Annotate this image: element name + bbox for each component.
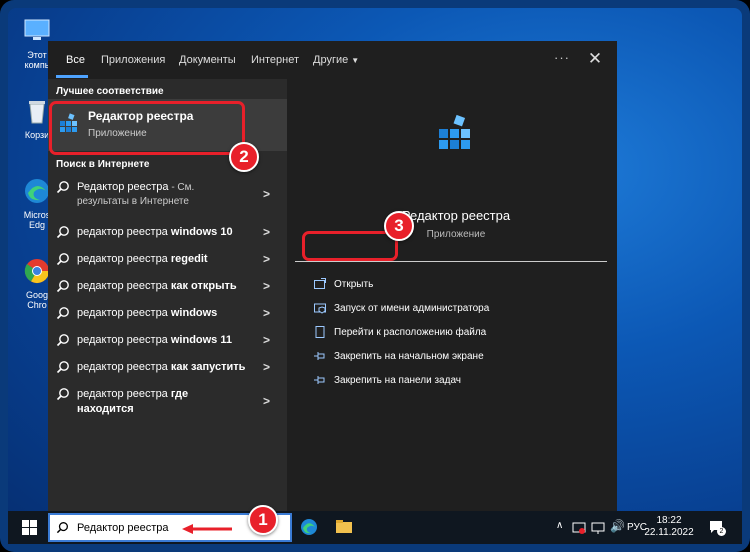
web-result-item[interactable]: редактор реестра windows 10 > xyxy=(48,220,287,246)
result-bold: windows xyxy=(170,307,218,319)
web-result-item[interactable]: редактор реестра windows > xyxy=(48,301,287,327)
result-text: Редактор реестра xyxy=(77,181,169,193)
tab-documents[interactable]: Документы xyxy=(179,54,236,66)
search-tabs: Все Приложения Документы Интернет Другие… xyxy=(48,41,617,79)
web-result-label: Редактор реестра - См. xyxy=(77,181,194,193)
web-result-label: редактор реестра windows xyxy=(77,307,217,319)
search-icon xyxy=(56,181,69,194)
result-bold: как открыть xyxy=(170,280,237,292)
volume-icon[interactable]: 🔊 xyxy=(610,519,625,552)
clock-time: 18:22 xyxy=(656,515,682,526)
highlight-open-action xyxy=(302,231,398,261)
pin-icon xyxy=(314,352,325,360)
web-search-title: Поиск в Интернете xyxy=(56,159,150,170)
result-text: редактор реестра xyxy=(77,388,171,400)
web-result-label: редактор реестра как открыть xyxy=(77,280,237,292)
highlight-best-match xyxy=(49,101,245,155)
best-match-title: Лучшее соответствие xyxy=(56,86,164,97)
web-result-item[interactable]: редактор реестра windows 11 > xyxy=(48,328,287,354)
result-text: редактор реестра xyxy=(77,307,171,319)
step-badge-2: 2 xyxy=(229,142,259,172)
web-result-item[interactable]: редактор реестра regedit > xyxy=(48,247,287,273)
web-result-label: редактор реестра windows 11 xyxy=(77,334,232,346)
search-icon xyxy=(56,226,69,239)
web-result-item[interactable]: редактор реестра как открыть > xyxy=(48,274,287,300)
chevron-right-icon[interactable]: > xyxy=(263,252,270,266)
open-icon xyxy=(314,278,326,289)
search-icon xyxy=(56,280,69,293)
result-bold: где xyxy=(170,388,189,400)
search-icon xyxy=(56,307,69,320)
search-icon xyxy=(56,388,69,401)
chevron-right-icon[interactable]: > xyxy=(263,279,270,293)
security-alert-icon[interactable] xyxy=(572,521,586,535)
preview-pane: Редактор реестра Приложение Открыть Запу… xyxy=(295,79,617,511)
chevron-right-icon[interactable]: > xyxy=(263,333,270,347)
active-tab-indicator xyxy=(56,75,88,78)
result-bold: windows 10 xyxy=(170,226,233,238)
action-label: Перейти к расположению файла xyxy=(334,327,487,338)
result-second-line: результаты в Интернете xyxy=(77,196,189,207)
close-icon[interactable]: ✕ xyxy=(584,48,606,70)
tab-apps[interactable]: Приложения xyxy=(101,54,165,66)
chevron-right-icon[interactable]: > xyxy=(263,306,270,320)
result-bold: regedit xyxy=(170,253,208,265)
result-text: редактор реестра xyxy=(77,253,171,265)
registry-editor-icon xyxy=(439,114,470,149)
chevron-right-icon[interactable]: > xyxy=(263,225,270,239)
action-label: Запуск от имени администратора xyxy=(334,303,490,314)
taskbar-clock[interactable]: 18:22 22.11.2022 xyxy=(644,515,694,539)
more-options-icon[interactable]: ··· xyxy=(554,50,570,65)
search-panel: Все Приложения Документы Интернет Другие… xyxy=(48,41,617,511)
network-icon[interactable] xyxy=(591,521,605,535)
taskbar: 1 ∧ 🔊 РУС 18:22 22.11.2022 2 xyxy=(8,505,742,544)
preview-divider xyxy=(295,261,607,262)
tab-internet[interactable]: Интернет xyxy=(251,54,299,66)
action-label: Открыть xyxy=(334,279,374,290)
web-result-label: редактор реестра как запустить xyxy=(77,361,245,373)
result-suffix: - См. xyxy=(168,182,195,193)
screenshot-frame: Этот компь Корзи Micros Edg Goog Chro Вс… xyxy=(0,0,750,552)
web-result-label: редактор реестра windows 10 xyxy=(77,226,233,238)
tab-all[interactable]: Все xyxy=(66,54,85,66)
clock-date: 22.11.2022 xyxy=(644,527,694,538)
chevron-right-icon[interactable]: > xyxy=(263,394,270,408)
result-text: редактор реестра xyxy=(77,334,171,346)
step-badge-3: 3 xyxy=(384,211,414,241)
result-second-line: находится xyxy=(77,403,134,415)
chevron-right-icon[interactable]: > xyxy=(263,187,270,201)
web-result-label: редактор реестра где xyxy=(77,388,188,400)
result-bold: как запустить xyxy=(170,361,246,373)
file-location-icon xyxy=(315,326,325,338)
shield-icon xyxy=(314,303,326,314)
chevron-right-icon[interactable]: > xyxy=(263,360,270,374)
web-result-label: редактор реестра regedit xyxy=(77,253,208,265)
web-result-item[interactable]: редактор реестра как запустить > xyxy=(48,355,287,381)
tab-more-label: Другие xyxy=(313,54,349,66)
annotation-arrow xyxy=(182,524,232,534)
caret-down-icon: ▼ xyxy=(351,56,360,65)
search-icon xyxy=(56,522,68,534)
action-label: Закрепить на начальном экране xyxy=(334,351,484,362)
notifications-button[interactable]: 2 xyxy=(708,519,726,536)
windows-start-icon[interactable] xyxy=(22,520,37,535)
web-result-item[interactable]: Редактор реестра - См. результаты в Инте… xyxy=(48,175,287,215)
chevron-up-icon[interactable]: ∧ xyxy=(556,520,563,552)
result-bold: windows 11 xyxy=(170,334,232,346)
result-text: редактор реестра xyxy=(77,280,171,292)
web-result-item[interactable]: редактор реестра где находится > xyxy=(48,382,287,422)
result-text: редактор реестра xyxy=(77,226,171,238)
pin-icon xyxy=(314,376,325,384)
search-icon xyxy=(56,361,69,374)
preview-app-name: Редактор реестра xyxy=(401,208,511,223)
action-label: Закрепить на панели задач xyxy=(334,375,461,386)
search-icon xyxy=(56,253,69,266)
tab-more[interactable]: Другие ▼ xyxy=(313,54,359,66)
search-icon xyxy=(56,334,69,347)
result-text: редактор реестра xyxy=(77,361,171,373)
file-explorer-icon[interactable] xyxy=(334,517,354,537)
notification-count-badge: 2 xyxy=(717,527,726,536)
edge-icon[interactable] xyxy=(299,517,319,537)
step-badge-1: 1 xyxy=(248,505,278,535)
